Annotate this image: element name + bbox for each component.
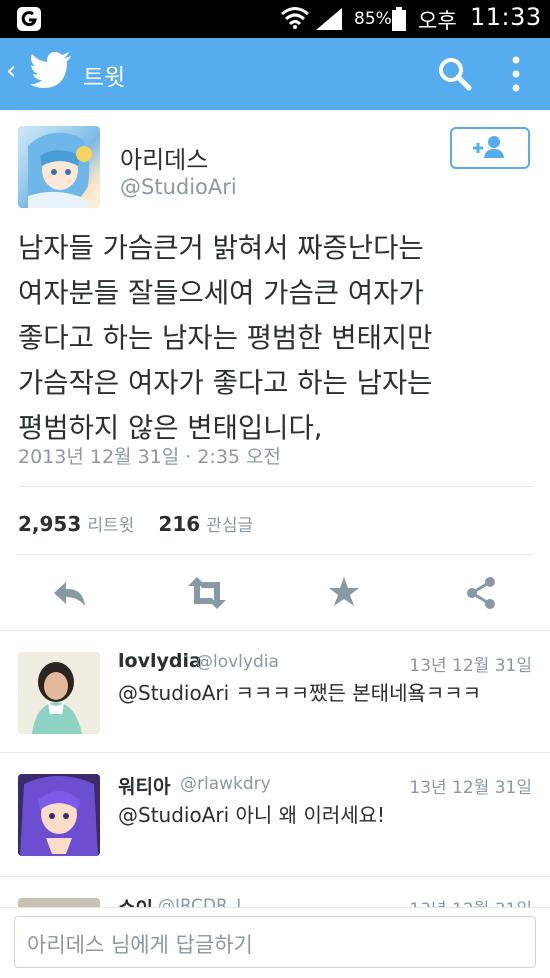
reply-time: 13년 12월 31일: [409, 895, 532, 907]
reply-author-name[interactable]: 워티아: [118, 772, 170, 799]
signal-icon: [316, 8, 342, 30]
reply-author-handle[interactable]: @lovlydia: [196, 652, 279, 672]
reply-mention[interactable]: @StudioAri: [118, 681, 229, 705]
divider: [18, 486, 532, 487]
wifi-icon: [281, 7, 309, 29]
author-name[interactable]: 아리데스: [120, 140, 208, 175]
page-title: 트윗: [83, 65, 126, 91]
twitter-bird-icon[interactable]: [30, 52, 72, 88]
divider: [18, 554, 532, 555]
reply-mention[interactable]: @StudioAri: [118, 803, 229, 827]
avatar[interactable]: [18, 126, 100, 208]
reply-item[interactable]: 워티아 @rlawkdry 13년 12월 31일 @StudioAri 아니 …: [0, 752, 550, 872]
reply-author-handle[interactable]: @IRCDR_L: [158, 896, 246, 907]
reply-body: 아니 왜 이러세요!: [229, 803, 386, 827]
reply-input-placeholder[interactable]: 아리데스 님에게 답글하기: [27, 929, 253, 959]
retweet-icon[interactable]: [186, 576, 228, 610]
clock-ampm: 오후: [418, 9, 457, 33]
reply-body: ㅋㅋㅋㅋ쨌든 본태네욬ㅋㅋㅋ: [229, 681, 482, 705]
retweet-count[interactable]: 2,953: [18, 512, 81, 536]
reply-item[interactable]: lovlydia @lovlydia 13년 12월 31일 @StudioAr…: [0, 630, 550, 750]
favorite-star-icon[interactable]: [328, 576, 360, 608]
tweet-text: 남자들 가슴큰거 밝혀서 짜증난다는 여자분들 잘들으세여 가슴큰 여자가 좋다…: [18, 232, 433, 444]
avatar-illustration-icon: [28, 132, 92, 208]
reply-author-handle[interactable]: @rlawkdry: [180, 774, 271, 794]
avatar-photo-icon: [18, 652, 100, 734]
app-notification-icon: [17, 7, 41, 31]
reply-text: @StudioAri 아니 왜 이러세요!: [118, 799, 385, 828]
reply-text: @StudioAri ㅋㅋㅋㅋ쨌든 본태네욬ㅋㅋㅋ: [118, 677, 481, 706]
favorite-label[interactable]: 관심글: [206, 516, 253, 536]
tweet-stats: 2,953 리트윗 216 관심글: [18, 511, 253, 536]
reply-avatar[interactable]: [18, 652, 100, 734]
favorite-count[interactable]: 216: [158, 512, 200, 536]
overflow-menu-icon[interactable]: [510, 54, 522, 94]
clock-time: 11:33: [470, 3, 542, 31]
reply-time: 13년 12월 31일: [409, 778, 532, 798]
battery-icon: [392, 7, 406, 31]
battery-percent: 85%: [354, 9, 392, 29]
reply-author-name[interactable]: 수이: [118, 894, 153, 907]
retweet-label[interactable]: 리트윗: [87, 516, 134, 536]
author-handle[interactable]: @StudioAri: [120, 175, 237, 199]
share-icon[interactable]: [465, 576, 497, 610]
reply-item[interactable]: 수이 @IRCDR_L 13년 12월 31일: [0, 876, 550, 907]
app-bar: ‹ 트윗: [0, 38, 550, 110]
back-button[interactable]: ‹: [6, 56, 16, 86]
search-icon[interactable]: [437, 56, 473, 92]
reply-composer: 아리데스 님에게 답글하기: [0, 907, 550, 978]
reply-input[interactable]: 아리데스 님에게 답글하기: [14, 916, 536, 968]
reply-icon[interactable]: [52, 576, 88, 610]
follow-button[interactable]: [450, 127, 530, 169]
reply-avatar[interactable]: [18, 774, 100, 856]
reply-time: 13년 12월 31일: [409, 656, 532, 676]
status-bar: 85% 오후 11:33: [0, 0, 550, 38]
tweet-timestamp[interactable]: 2013년 12월 31일 · 2:35 오전: [18, 442, 281, 469]
reply-author-name[interactable]: lovlydia: [118, 650, 202, 672]
avatar-illustration-icon: [18, 774, 100, 856]
reply-avatar[interactable]: [18, 898, 100, 907]
add-user-icon: [473, 136, 504, 158]
